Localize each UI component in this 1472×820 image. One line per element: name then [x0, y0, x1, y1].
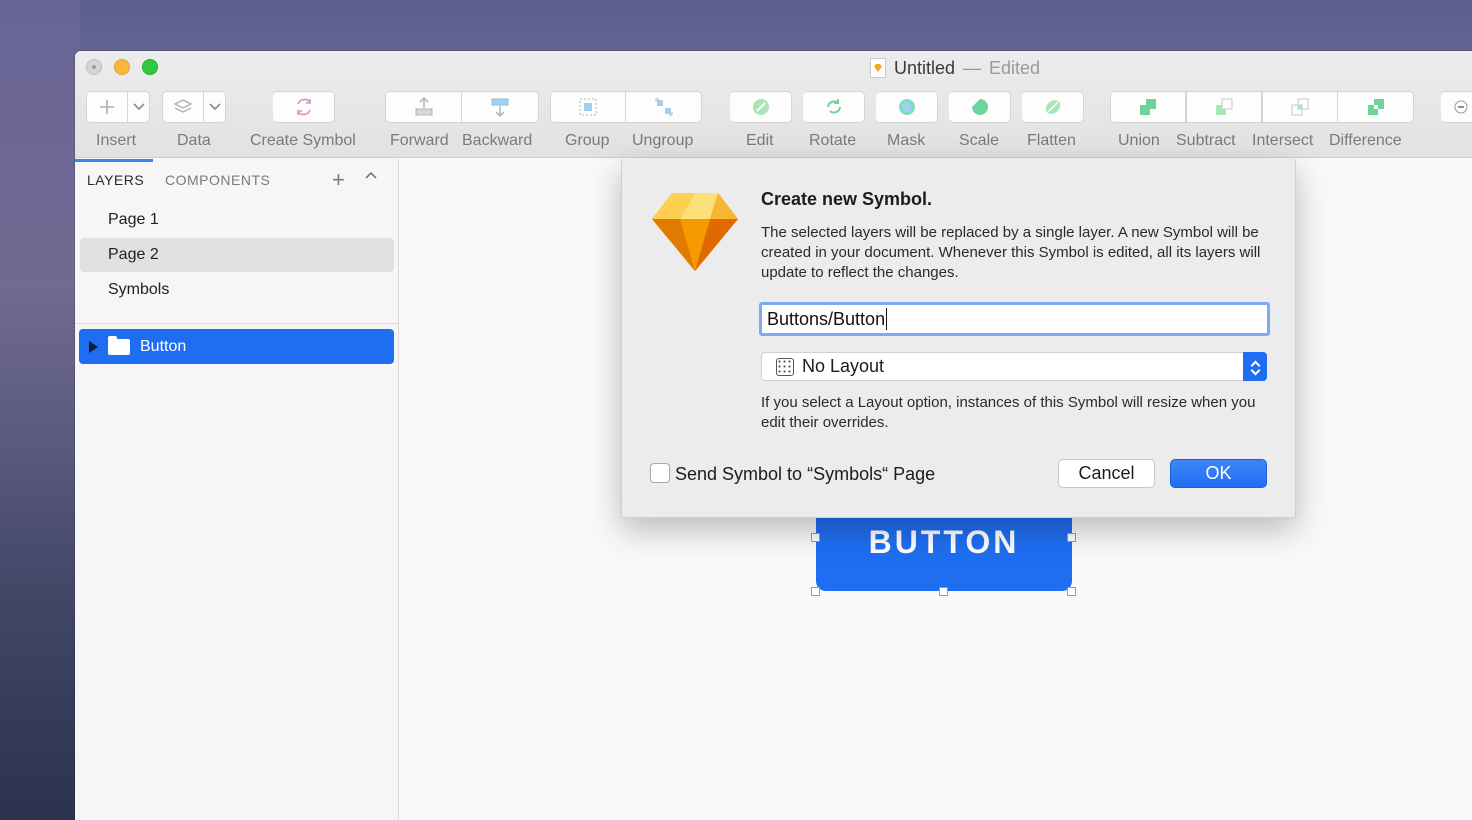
- edit-button[interactable]: [730, 91, 792, 123]
- dialog-description: The selected layers will be replaced by …: [761, 224, 1261, 281]
- ok-button[interactable]: OK: [1170, 459, 1267, 488]
- scale-button[interactable]: [949, 91, 1011, 123]
- add-page-icon[interactable]: +: [332, 167, 345, 193]
- sidebar-tabs: LAYERS COMPONENTS +: [75, 159, 398, 199]
- zoom-window-button[interactable]: [142, 59, 158, 75]
- arrange-segment: [385, 91, 539, 123]
- flatten-icon[interactable]: [1022, 91, 1084, 123]
- close-window-button[interactable]: [86, 59, 102, 75]
- document-icon: [870, 58, 886, 78]
- layout-select-value: No Layout: [802, 356, 885, 376]
- symbol-name-input[interactable]: Buttons/Button: [759, 302, 1270, 336]
- subtract-label: Subtract: [1176, 132, 1236, 149]
- active-tab-indicator: [75, 159, 153, 162]
- ungroup-label: Ungroup: [632, 132, 694, 149]
- resize-handle[interactable]: [811, 587, 820, 596]
- page-item-page-2[interactable]: Page 2: [80, 238, 394, 272]
- intersect-icon[interactable]: [1262, 91, 1338, 123]
- page-label: Symbols: [108, 281, 170, 298]
- resize-handle[interactable]: [939, 587, 948, 596]
- zoom-out-button[interactable]: [1441, 91, 1472, 123]
- edit-label: Edit: [746, 132, 774, 149]
- rotate-icon[interactable]: [803, 91, 865, 123]
- group-icon[interactable]: [550, 91, 626, 123]
- chevron-down-icon[interactable]: [204, 91, 226, 123]
- layout-grid-icon: [776, 357, 794, 376]
- difference-label: Difference: [1329, 132, 1402, 149]
- send-to-symbols-label[interactable]: Send Symbol to “Symbols“ Page: [675, 464, 935, 485]
- scale-icon[interactable]: [949, 91, 1011, 123]
- tab-layers[interactable]: LAYERS: [87, 172, 144, 188]
- minus-icon[interactable]: [1441, 91, 1472, 123]
- data-button[interactable]: [162, 91, 226, 123]
- document-title: Untitled: [894, 57, 956, 78]
- dialog-title: Create new Symbol.: [761, 189, 933, 209]
- union-label: Union: [1118, 132, 1160, 149]
- text-caret: [886, 308, 888, 330]
- flatten-button[interactable]: [1022, 91, 1084, 123]
- create-symbol-icon[interactable]: [273, 91, 335, 123]
- forward-label: Forward: [390, 132, 449, 149]
- layer-label: Button: [140, 337, 187, 355]
- backward-label: Backward: [462, 132, 533, 149]
- layout-help-text: If you select a Layout option, instances…: [761, 394, 1256, 431]
- data-label: Data: [177, 132, 211, 149]
- layers-stack-icon[interactable]: [162, 91, 204, 123]
- resize-handle[interactable]: [1067, 587, 1076, 596]
- group-label: Group: [565, 132, 610, 149]
- difference-icon[interactable]: [1338, 91, 1414, 123]
- select-stepper-icon[interactable]: [1243, 352, 1267, 381]
- rotate-button[interactable]: [803, 91, 865, 123]
- forward-icon[interactable]: [385, 91, 462, 123]
- app-window: Untitled — Edited Insert Data Create Sym…: [75, 51, 1472, 820]
- chevron-down-icon[interactable]: [128, 91, 150, 123]
- artboard-button-text: BUTTON: [868, 524, 1020, 560]
- subtract-icon[interactable]: [1186, 91, 1262, 123]
- cancel-button[interactable]: Cancel: [1058, 459, 1155, 488]
- rotate-label: Rotate: [809, 132, 857, 149]
- intersect-label: Intersect: [1252, 132, 1314, 149]
- window-title: Untitled — Edited: [870, 56, 1040, 80]
- edit-icon[interactable]: [730, 91, 792, 123]
- mask-label: Mask: [887, 132, 926, 149]
- artboard-button-shape[interactable]: BUTTON: [816, 514, 1072, 591]
- plus-icon[interactable]: [86, 91, 128, 123]
- backward-icon[interactable]: [462, 91, 539, 123]
- group-segment: [550, 91, 702, 123]
- create-symbol-dialog: Create new Symbol. The selected layers w…: [621, 159, 1296, 518]
- page-item-page-1[interactable]: Page 1: [80, 203, 394, 237]
- page-item-symbols[interactable]: Symbols: [80, 273, 394, 307]
- boolean-segment: [1110, 91, 1414, 123]
- page-label: Page 1: [108, 211, 159, 228]
- layer-row-button[interactable]: Button: [79, 329, 394, 364]
- minimize-window-button[interactable]: [114, 59, 130, 75]
- ungroup-icon[interactable]: [626, 91, 702, 123]
- symbol-name-value: Buttons/Button: [767, 308, 886, 329]
- sidebar-divider: [75, 323, 398, 324]
- resize-handle[interactable]: [811, 533, 820, 542]
- scale-label: Scale: [959, 132, 1000, 149]
- send-to-symbols-checkbox[interactable]: [650, 463, 670, 483]
- tab-components[interactable]: COMPONENTS: [165, 172, 270, 188]
- disclosure-triangle-icon[interactable]: [89, 340, 98, 353]
- desktop-background: [0, 0, 80, 820]
- create-symbol-button[interactable]: [273, 91, 335, 123]
- folder-icon: [108, 335, 130, 355]
- page-label: Page 2: [108, 246, 159, 263]
- edited-status: Edited: [989, 57, 1041, 78]
- layout-select[interactable]: No Layout: [761, 352, 1267, 381]
- title-bar: Untitled — Edited Insert Data Create Sym…: [75, 51, 1472, 158]
- title-separator: —: [963, 57, 982, 78]
- union-icon[interactable]: [1110, 91, 1186, 123]
- layers-sidebar: LAYERS COMPONENTS + Page 1 Page 2 Symbol…: [75, 159, 399, 820]
- insert-label: Insert: [96, 132, 137, 149]
- collapse-pages-icon[interactable]: [365, 169, 377, 181]
- mask-button[interactable]: [876, 91, 938, 123]
- resize-handle[interactable]: [1067, 533, 1076, 542]
- insert-button[interactable]: [86, 91, 150, 123]
- sketch-diamond-icon: [652, 193, 738, 271]
- create-symbol-label: Create Symbol: [250, 132, 356, 149]
- flatten-label: Flatten: [1027, 132, 1076, 149]
- mask-icon[interactable]: [876, 91, 938, 123]
